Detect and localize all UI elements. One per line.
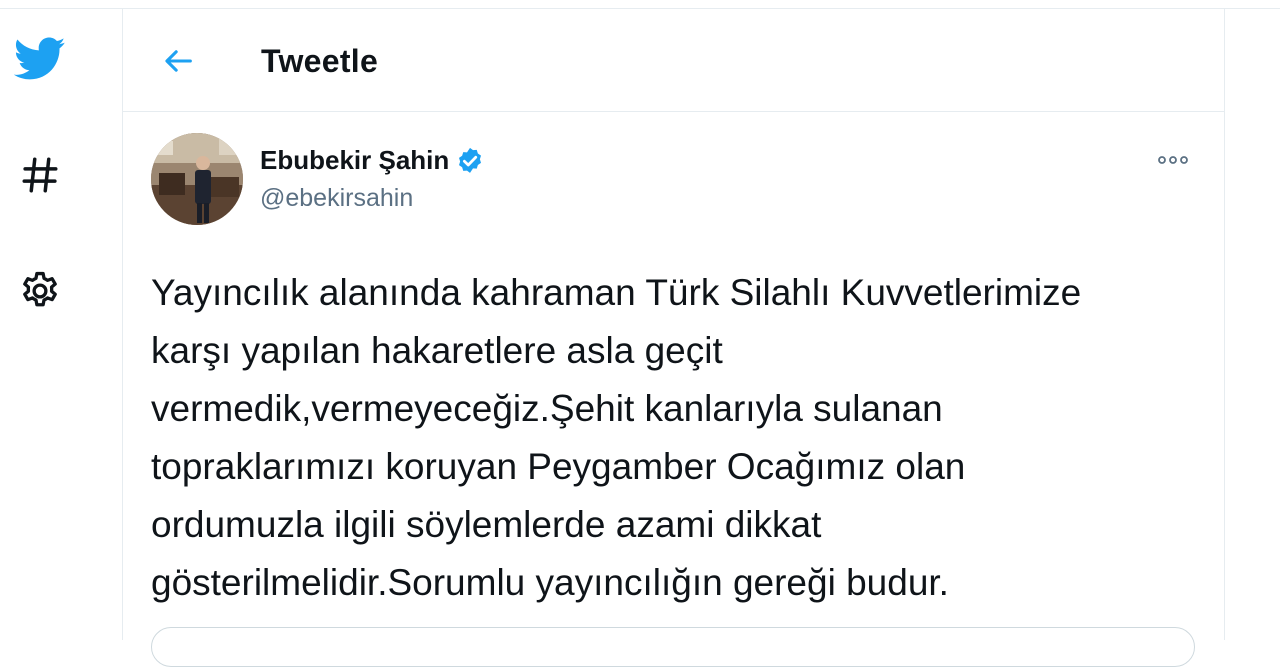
tweet-text-line: Yayıncılık alanında kahraman Türk Silahl…	[151, 272, 1082, 313]
more-options-button[interactable]	[1151, 143, 1195, 177]
tweet-text-line: gösterilmelidir.Sorumlu yayıncılığın ger…	[151, 562, 949, 603]
twitter-home-link[interactable]	[10, 31, 70, 87]
tweet-text-line: karşı yapılan hakaretlere asla geçit	[151, 330, 723, 371]
tweet-detail-panel: Tweetle Ebubekir Şahin @ebekirsahin Yayı…	[122, 9, 1225, 667]
author-name-row[interactable]: Ebubekir Şahin	[260, 145, 485, 176]
settings-link[interactable]	[10, 263, 70, 319]
twitter-logo-icon	[14, 37, 66, 80]
tweet-text-line: topraklarımızı koruyan Peygamber Ocağımı…	[151, 446, 966, 487]
tweet-text-line: vermedik,vermeyeceğiz.Şehit kanlarıyla s…	[151, 388, 943, 429]
hashtag-icon	[22, 157, 58, 193]
page-title: Tweetle	[261, 43, 379, 79]
left-navigation	[0, 9, 122, 640]
avatar[interactable]	[151, 133, 243, 225]
explore-link[interactable]	[10, 147, 70, 203]
verified-badge-icon	[455, 146, 485, 176]
avatar-photo	[151, 133, 243, 225]
gear-icon	[23, 271, 57, 307]
author-handle[interactable]: @ebekirsahin	[260, 184, 413, 213]
back-button[interactable]	[153, 35, 205, 87]
arrow-left-icon	[165, 50, 192, 72]
page-header: Tweetle	[123, 9, 1224, 112]
author-name[interactable]: Ebubekir Şahin	[260, 145, 449, 176]
more-dots-icon	[1158, 156, 1188, 164]
embedded-card-edge[interactable]	[151, 627, 1195, 667]
tweet-text-line: ordumuzla ilgili söylemlerde azami dikka…	[151, 504, 822, 545]
tweet-text: Yayıncılık alanında kahraman Türk Silahl…	[151, 264, 1211, 612]
